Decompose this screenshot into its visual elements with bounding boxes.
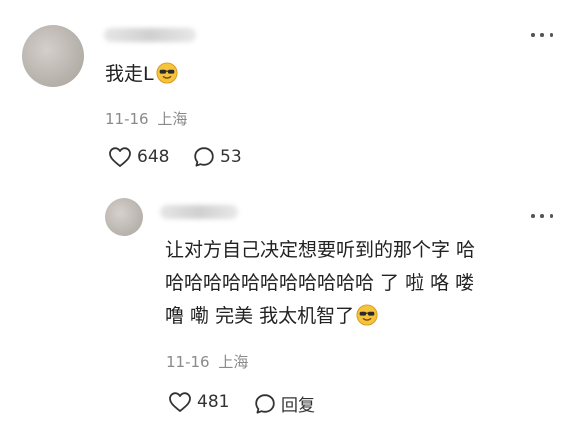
speech-bubble-icon xyxy=(255,393,275,413)
reply-more-icon[interactable] xyxy=(531,209,553,223)
heart-outline-icon xyxy=(169,392,191,412)
reply-username-blurred[interactable] xyxy=(160,205,238,219)
comment-text: 我走L xyxy=(105,58,178,91)
reply-meta: 11-16 上海 xyxy=(166,351,248,372)
reply-like-count: 481 xyxy=(197,392,230,412)
reply-text-line-3-content: 噜 嘞 完美 我太机智了 xyxy=(165,305,355,327)
reply-text-line-2: 哈哈哈哈哈哈哈哈哈哈哈 了 啦 咯 喽 xyxy=(165,272,475,294)
reply-count-button[interactable]: 53 xyxy=(193,146,242,168)
reply-count: 53 xyxy=(220,147,242,167)
reply-like-button[interactable]: 481 xyxy=(168,391,229,413)
sunglasses-emoji-icon xyxy=(356,304,378,326)
sunglasses-emoji-icon xyxy=(156,62,178,84)
reply-location: 上海 xyxy=(218,353,249,371)
reply-text-line-1: 让对方自己决定想要听到的那个字 哈 xyxy=(165,239,476,261)
more-icon[interactable] xyxy=(531,28,553,42)
reply-avatar[interactable] xyxy=(105,198,143,236)
comment-location: 上海 xyxy=(157,110,188,128)
comment-date: 11-16 xyxy=(105,110,149,128)
username-blurred[interactable] xyxy=(104,28,196,42)
reply-text-line-3: 噜 嘞 完美 我太机智了 xyxy=(165,300,475,333)
reply-label: 回复 xyxy=(281,396,315,416)
comment-text-content: 我走L xyxy=(105,63,154,85)
comment-meta: 11-16 上海 xyxy=(105,108,187,129)
reply-date: 11-16 xyxy=(166,353,210,371)
reply-text: 让对方自己决定想要听到的那个字 哈 哈哈哈哈哈哈哈哈哈哈哈 了 啦 咯 喽 噜 … xyxy=(165,234,475,333)
avatar[interactable] xyxy=(22,25,84,87)
speech-bubble-icon xyxy=(194,147,214,167)
heart-outline-icon xyxy=(109,147,131,167)
like-count: 648 xyxy=(137,147,170,167)
like-button[interactable]: 648 xyxy=(108,146,169,168)
reply-button[interactable]: 回复 xyxy=(254,391,315,416)
